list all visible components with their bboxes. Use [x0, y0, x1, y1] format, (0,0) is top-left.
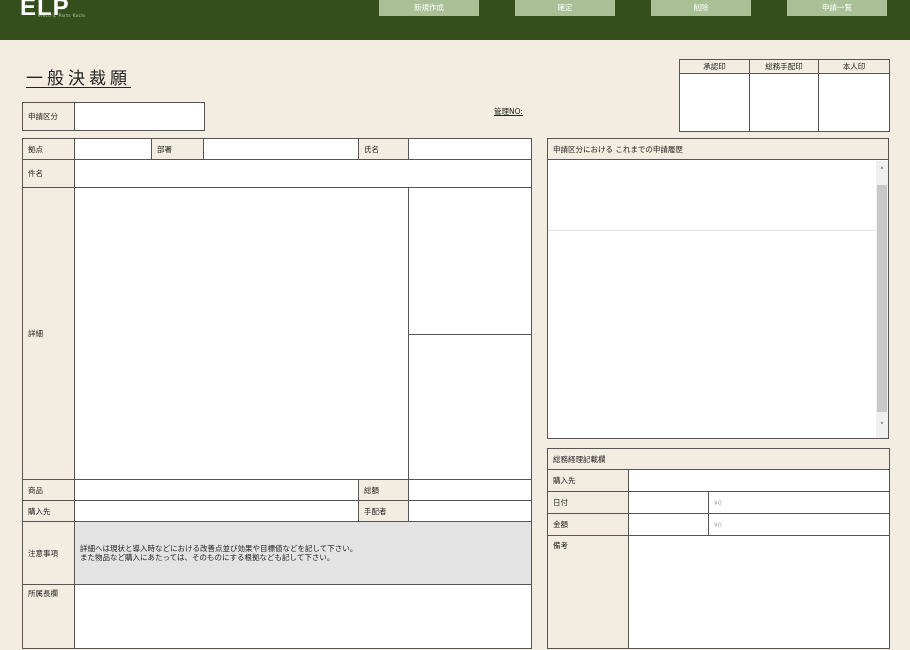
header-bar: ELP electric Parts Kochi 新規作成 確定 削除 申請一覧 [0, 0, 910, 40]
accounting-remarks-field[interactable] [628, 535, 890, 649]
arranger-label: 手配者 [358, 500, 409, 522]
product-field[interactable] [74, 479, 359, 501]
total-label: 総額 [358, 479, 409, 501]
notes-text-line-2: また物品など購入にあたっては、そのものにする根拠なども記して下さい。 [80, 553, 335, 562]
accounting-date-label: 日付 [547, 491, 629, 514]
accounting-table: 総務経理記載欄 購入先 日付 ¥0 金額 ¥0 備考 [547, 448, 890, 649]
accounting-amount-yen-field[interactable]: ¥0 [708, 513, 890, 536]
detail-side-field-1[interactable] [408, 187, 532, 335]
delete-button[interactable]: 削除 [651, 0, 751, 16]
subject-label: 件名 [22, 159, 75, 188]
scroll-up-icon[interactable]: ˄ [876, 165, 888, 179]
department-label: 部署 [151, 138, 204, 160]
notes-label: 注意事項 [22, 521, 75, 585]
accounting-date-yen-field[interactable]: ¥0 [708, 491, 890, 514]
detail-label: 詳細 [22, 187, 75, 480]
scrollbar-thumb[interactable] [877, 185, 887, 412]
stamp-general-affairs-box[interactable] [749, 73, 819, 132]
detail-side-field-2[interactable] [408, 334, 532, 480]
stamp-table: 承認印 総務手配印 本人印 [679, 59, 890, 132]
notes-text-line-1: 詳細へは現状と導入時などにおける改善点並び効果や目標値などを記して下さい。 [80, 544, 358, 553]
application-list-button[interactable]: 申請一覧 [787, 0, 887, 16]
history-row-divider [548, 230, 877, 231]
company-logo-subtitle: electric Parts Kochi [38, 13, 86, 18]
stamp-approval-label: 承認印 [679, 59, 750, 74]
new-button[interactable]: 新規作成 [379, 0, 479, 16]
category-label: 申請区分 [22, 102, 75, 131]
category-field[interactable] [74, 102, 205, 131]
subject-field[interactable] [74, 159, 532, 188]
history-title: 申請区分における これまでの申請履歴 [548, 139, 888, 160]
stamp-approval-box[interactable] [679, 73, 750, 132]
category-table: 申請区分 [22, 102, 205, 131]
arranger-field[interactable] [408, 500, 532, 522]
company-logo: ELP [20, 0, 70, 21]
name-field[interactable] [408, 138, 532, 160]
name-label: 氏名 [358, 138, 409, 160]
manager-field[interactable] [74, 584, 532, 649]
accounting-vendor-label: 購入先 [547, 469, 629, 492]
accounting-remarks-label: 備考 [547, 535, 629, 649]
accounting-vendor-field[interactable] [628, 469, 890, 492]
main-form-table: 拠点 部署 氏名 件名 詳細 商品 総額 購入先 手配者 注意事項 詳細へは現状… [22, 138, 532, 649]
accounting-title: 総務経理記載欄 [547, 448, 890, 470]
base-label: 拠点 [22, 138, 75, 160]
history-scrollbar[interactable]: ˄ ˅ [876, 161, 888, 438]
accounting-date-field[interactable] [628, 491, 709, 514]
stamp-general-affairs-label: 総務手配印 [749, 59, 819, 74]
manager-label: 所属長欄 [22, 584, 75, 649]
accounting-amount-field[interactable] [628, 513, 709, 536]
scroll-down-icon[interactable]: ˅ [876, 420, 888, 434]
notes-text: 詳細へは現状と導入時などにおける改善点並び効果や目標値などを記して下さい。 また… [74, 521, 532, 585]
confirm-button[interactable]: 確定 [515, 0, 615, 16]
product-label: 商品 [22, 479, 75, 501]
stamp-self-label: 本人印 [818, 59, 890, 74]
department-field[interactable] [203, 138, 359, 160]
accounting-amount-label: 金額 [547, 513, 629, 536]
yen-placeholder-1: ¥0 [714, 500, 722, 507]
vendor-field[interactable] [74, 500, 359, 522]
yen-placeholder-2: ¥0 [714, 522, 722, 529]
vendor-label: 購入先 [22, 500, 75, 522]
base-field[interactable] [74, 138, 152, 160]
stamp-self-box[interactable] [818, 73, 890, 132]
detail-field[interactable] [74, 187, 409, 480]
total-field[interactable] [408, 479, 532, 501]
management-number-label: 管理NO: [494, 107, 523, 116]
history-panel: 申請区分における これまでの申請履歴 ˄ ˅ [547, 138, 889, 439]
page-title: 一般決裁願 [26, 69, 131, 89]
